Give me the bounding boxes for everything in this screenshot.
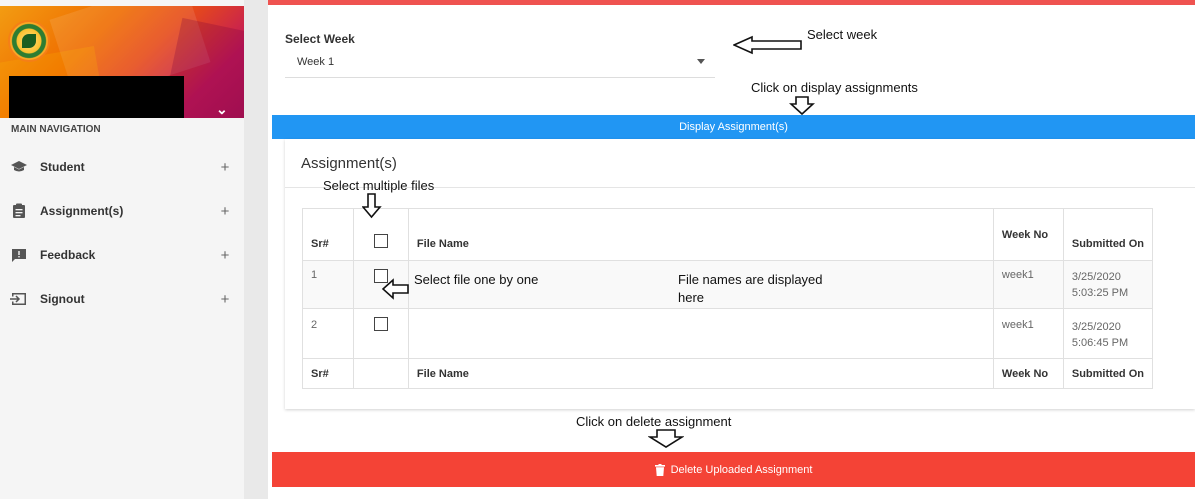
column-header-sr: Sr# xyxy=(302,208,354,261)
redacted-user-name xyxy=(9,76,184,118)
annotation-select-multiple: Select multiple files xyxy=(323,178,435,193)
annotation-file-names-2: here xyxy=(678,290,705,305)
sidebar-item-label: Assignment(s) xyxy=(40,204,124,218)
trash-icon xyxy=(654,463,665,476)
column-header-file-name: File Name xyxy=(407,208,994,261)
footer-file-name: File Name xyxy=(407,358,994,389)
row-week-no: week1 xyxy=(992,260,1064,309)
row-sr: 2 xyxy=(302,308,354,359)
expand-icon[interactable]: + xyxy=(218,247,232,264)
footer-select xyxy=(352,358,409,389)
arrow-down-icon xyxy=(362,193,382,219)
sidebar-item-feedback[interactable]: Feedback + xyxy=(0,239,244,271)
card-title: Assignment(s) xyxy=(301,155,397,172)
delete-button-label: Delete Uploaded Assignment xyxy=(670,463,813,476)
table-row: 2 week1 3/25/2020 5:06:45 PM xyxy=(302,308,1154,359)
sidebar-gutter xyxy=(244,0,268,499)
sidebar-item-signout[interactable]: Signout + xyxy=(0,283,244,315)
sidebar-item-label: Signout xyxy=(40,292,85,306)
annotation-file-names: File names are displayed xyxy=(678,272,823,287)
top-accent-bar xyxy=(268,0,1195,5)
annotation-select-week: Select week xyxy=(807,27,878,42)
profile-banner: ⌄ xyxy=(0,6,244,118)
footer-week-no: Week No xyxy=(992,358,1064,389)
row-file-name xyxy=(407,308,994,359)
sidebar-item-label: Feedback xyxy=(40,248,96,262)
annotation-click-display: Click on display assignments xyxy=(751,80,918,95)
annotation-click-delete: Click on delete assignment xyxy=(576,414,732,429)
nav-section-header: MAIN NAVIGATION xyxy=(11,124,101,135)
select-all-checkbox[interactable] xyxy=(373,234,388,248)
row-submitted-on: 3/25/2020 5:06:45 PM xyxy=(1062,308,1154,359)
row-checkbox[interactable] xyxy=(373,317,388,331)
expand-icon[interactable]: + xyxy=(218,159,232,176)
arrow-down-icon xyxy=(789,96,815,116)
footer-sr: Sr# xyxy=(302,358,354,389)
graduation-cap-icon xyxy=(10,158,28,176)
expand-icon[interactable]: + xyxy=(218,291,232,308)
annotation-select-one: Select file one by one xyxy=(414,272,539,287)
arrow-down-icon xyxy=(648,429,684,448)
row-select-cell xyxy=(352,308,409,359)
clipboard-icon xyxy=(10,202,28,220)
display-assignments-button[interactable]: Display Assignment(s) xyxy=(272,115,1195,139)
week-select-value: Week 1 xyxy=(297,56,335,68)
row-week-no: week1 xyxy=(992,308,1064,359)
table-header-row: Sr# File Name Week No Submitted On xyxy=(302,208,1154,261)
row-sr: 1 xyxy=(302,260,354,309)
select-week-label: Select Week xyxy=(285,32,355,46)
signout-icon xyxy=(10,290,28,308)
column-header-submitted-on: Submitted On xyxy=(1062,208,1154,261)
sidebar: ⌄ MAIN NAVIGATION Student + Assignment(s… xyxy=(0,0,244,499)
row-submitted-on: 3/25/2020 5:03:25 PM xyxy=(1062,260,1154,309)
table-footer-row: Sr# File Name Week No Submitted On xyxy=(302,358,1154,389)
dropdown-arrow-icon[interactable] xyxy=(697,59,705,64)
arrow-left-icon xyxy=(382,278,409,300)
expand-icon[interactable]: + xyxy=(218,203,232,220)
college-logo xyxy=(8,20,50,62)
footer-submitted-on: Submitted On xyxy=(1062,358,1154,389)
sidebar-item-student[interactable]: Student + xyxy=(0,151,244,183)
chevron-down-icon[interactable]: ⌄ xyxy=(216,101,228,118)
column-header-week-no: Week No xyxy=(992,208,1064,261)
sidebar-item-label: Student xyxy=(40,160,85,174)
feedback-icon xyxy=(10,246,28,264)
week-select[interactable]: Week 1 xyxy=(285,50,715,78)
sidebar-item-assignments[interactable]: Assignment(s) + xyxy=(0,195,244,227)
arrow-left-icon xyxy=(733,35,802,55)
delete-assignment-button[interactable]: Delete Uploaded Assignment xyxy=(272,452,1195,487)
assignments-table: Sr# File Name Week No Submitted On 1 wee… xyxy=(302,208,1154,389)
